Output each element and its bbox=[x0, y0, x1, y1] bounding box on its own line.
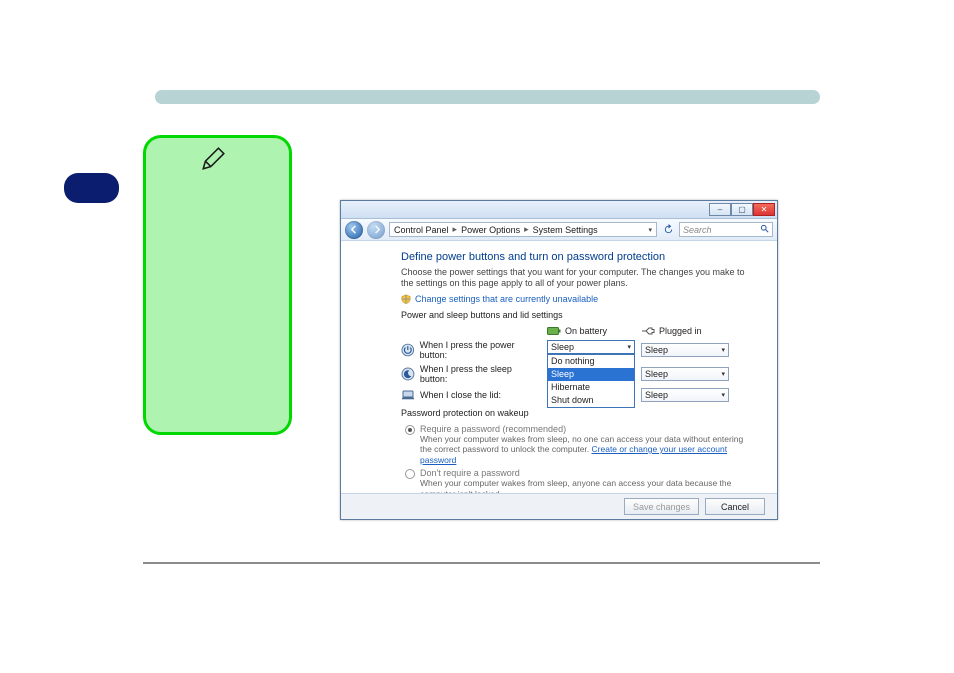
chevron-down-icon: ▾ bbox=[627, 343, 631, 351]
radio-input bbox=[405, 469, 415, 479]
radio-input bbox=[405, 425, 415, 435]
option-hibernate[interactable]: Hibernate bbox=[548, 381, 634, 394]
minimize-button[interactable]: – bbox=[709, 203, 731, 216]
plug-icon bbox=[641, 326, 655, 336]
cancel-button[interactable]: Cancel bbox=[705, 498, 765, 515]
close-button[interactable]: ✕ bbox=[753, 203, 775, 216]
page-footer-rule bbox=[143, 562, 820, 564]
dialog-body: Define power buttons and turn on passwor… bbox=[341, 241, 777, 493]
laptop-icon bbox=[401, 388, 415, 402]
search-placeholder: Search bbox=[683, 225, 712, 235]
chevron-down-icon[interactable]: ▾ bbox=[648, 226, 652, 234]
option-sleep[interactable]: Sleep bbox=[548, 368, 634, 381]
note-callout-box bbox=[143, 135, 292, 435]
window-titlebar: – ▢ ✕ bbox=[341, 201, 777, 219]
save-button[interactable]: Save changes bbox=[624, 498, 699, 515]
search-icon bbox=[760, 224, 769, 235]
row-power-button: When I press the power button: bbox=[401, 340, 541, 360]
breadcrumb[interactable]: Control Panel▸ Power Options▸ System Set… bbox=[389, 222, 657, 237]
settings-grid: On battery Plugged in When I press the p… bbox=[401, 326, 747, 402]
option-shut-down[interactable]: Shut down bbox=[548, 394, 634, 407]
back-button[interactable] bbox=[345, 221, 363, 239]
row-sleep-button: When I press the sleep button: bbox=[401, 364, 541, 384]
page-subtitle: Choose the power settings that you want … bbox=[401, 267, 747, 290]
sleep-plugged-select[interactable]: Sleep ▾ bbox=[641, 367, 729, 381]
chevron-down-icon: ▾ bbox=[721, 346, 725, 354]
chevron-down-icon: ▾ bbox=[721, 370, 725, 378]
power-battery-select[interactable]: Sleep ▾ Do nothing Sleep Hibernate Shut … bbox=[547, 340, 635, 354]
dropdown-list[interactable]: Do nothing Sleep Hibernate Shut down bbox=[547, 354, 635, 408]
lid-plugged-select[interactable]: Sleep ▾ bbox=[641, 388, 729, 402]
page-title: Define power buttons and turn on passwor… bbox=[401, 251, 747, 263]
forward-button[interactable] bbox=[367, 221, 385, 239]
page-header-bar bbox=[155, 90, 820, 104]
chevron-down-icon: ▾ bbox=[721, 391, 725, 399]
change-settings-link[interactable]: Change settings that are currently unava… bbox=[401, 294, 747, 304]
radio-require-password: Require a password (recommended) When yo… bbox=[405, 424, 747, 466]
uac-shield-icon bbox=[401, 294, 411, 304]
option-do-nothing[interactable]: Do nothing bbox=[548, 355, 634, 368]
explorer-navbar: Control Panel▸ Power Options▸ System Set… bbox=[341, 219, 777, 241]
pen-icon bbox=[200, 146, 226, 172]
refresh-button[interactable] bbox=[661, 223, 675, 237]
dialog-footer: Save changes Cancel bbox=[341, 493, 777, 519]
section-heading: Password protection on wakeup bbox=[401, 408, 747, 418]
breadcrumb-item[interactable]: System Settings bbox=[533, 225, 598, 235]
column-battery: On battery bbox=[547, 326, 635, 336]
power-options-dialog: – ▢ ✕ Control Panel▸ Power Options▸ Syst… bbox=[340, 200, 778, 520]
sidebar-marker bbox=[64, 173, 119, 203]
section-heading: Power and sleep buttons and lid settings bbox=[401, 310, 747, 320]
breadcrumb-item[interactable]: Control Panel bbox=[394, 225, 449, 235]
search-input[interactable]: Search bbox=[679, 222, 773, 237]
row-close-lid: When I close the lid: bbox=[401, 388, 541, 402]
moon-icon bbox=[401, 367, 415, 381]
maximize-button[interactable]: ▢ bbox=[731, 203, 753, 216]
battery-icon bbox=[547, 326, 561, 336]
power-plugged-select[interactable]: Sleep ▾ bbox=[641, 343, 729, 357]
radio-no-password: Don't require a password When your compu… bbox=[405, 468, 747, 493]
breadcrumb-item[interactable]: Power Options bbox=[461, 225, 520, 235]
column-plugged: Plugged in bbox=[641, 326, 729, 336]
power-icon bbox=[401, 343, 415, 357]
